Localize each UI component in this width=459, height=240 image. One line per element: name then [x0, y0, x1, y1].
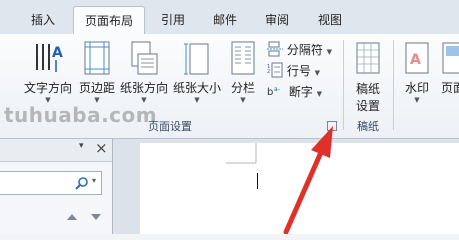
size-label: 纸张大小	[172, 81, 221, 95]
manuscript-label-line2: 设置	[355, 99, 380, 113]
chevron-down-icon: ▼	[326, 48, 333, 56]
tab-view[interactable]: 视图	[312, 8, 348, 32]
navigation-pane-header: ▾ ×	[0, 139, 112, 162]
manuscript-group-label: 稿纸	[357, 120, 379, 133]
page-setup-dialog-launcher[interactable]	[327, 121, 337, 131]
margins-label: 页边距	[78, 81, 115, 95]
text-direction-icon: A	[36, 44, 63, 72]
svg-text:2: 2	[267, 69, 270, 75]
manuscript-icon	[356, 42, 380, 74]
orientation-icon	[131, 41, 158, 75]
navigation-pane: ▾ × ▾	[0, 139, 113, 234]
tab-references[interactable]: 引用	[155, 8, 191, 32]
line-numbers-label: 行号	[286, 64, 311, 78]
text-direction-label: 文字方向	[23, 81, 72, 95]
tab-insert[interactable]: 插入	[25, 8, 61, 32]
chevron-down-icon: ▼	[240, 96, 246, 104]
chevron-down-icon[interactable]: ▾	[92, 176, 96, 185]
margins-button[interactable]: 页边距 ▼	[77, 38, 117, 110]
arrow-down-icon[interactable]	[91, 212, 101, 220]
breaks-icon	[267, 41, 283, 57]
orientation-button[interactable]: 纸张方向 ▼	[119, 38, 169, 110]
breaks-label: 分隔符	[286, 43, 323, 57]
size-button[interactable]: 纸张大小 ▼	[171, 38, 223, 110]
manuscript-settings-button[interactable]: 稿纸 设置	[348, 38, 388, 113]
document-page[interactable]	[140, 143, 459, 234]
close-icon[interactable]: ×	[95, 139, 108, 157]
tab-partial[interactable]	[0, 8, 8, 32]
watermark-button[interactable]: A 水印 ▼	[398, 38, 436, 110]
page-color-label: 页面	[441, 81, 459, 95]
margins-icon	[84, 41, 110, 75]
svg-text:A: A	[52, 45, 63, 61]
hyphenation-label: 断字	[288, 85, 313, 99]
page-color-icon	[442, 42, 459, 74]
size-icon	[184, 43, 209, 75]
chevron-down-icon: ▼	[414, 96, 420, 104]
chevron-down-icon[interactable]: ▾	[79, 141, 84, 151]
group-divider	[343, 40, 344, 130]
text-cursor	[257, 173, 258, 189]
tab-mailings[interactable]: 邮件	[207, 8, 243, 32]
chevron-down-icon: ▼	[316, 90, 323, 98]
page-color-button[interactable]: 页面	[438, 38, 459, 110]
watermark-label: 水印	[404, 81, 429, 95]
search-icon	[75, 177, 88, 190]
watermark-icon: A	[405, 42, 429, 74]
svg-text:a-: a-	[274, 86, 280, 93]
page-margin-corner	[226, 143, 257, 164]
hyphenation-button[interactable]: b a- 断字 ▼	[267, 83, 322, 101]
svg-text:b: b	[267, 87, 273, 98]
breaks-button[interactable]: 分隔符 ▼	[267, 41, 332, 59]
manuscript-label-line1: 稿纸	[355, 82, 380, 96]
ribbon-tab-bar: 插入 页面布局 引用 邮件 审阅 视图	[0, 0, 459, 36]
line-numbers-button[interactable]: 1 2 行号 ▼	[267, 62, 320, 80]
orientation-label: 纸张方向	[119, 81, 168, 95]
site-watermark: tuhuaba.com	[4, 103, 158, 127]
tab-review[interactable]: 审阅	[259, 8, 295, 32]
columns-label: 分栏	[230, 81, 255, 95]
search-input[interactable]: ▾	[0, 171, 102, 195]
columns-icon	[231, 41, 255, 75]
arrow-up-icon[interactable]	[67, 212, 77, 220]
columns-button[interactable]: 分栏 ▼	[227, 38, 259, 110]
svg-text:A: A	[410, 52, 421, 68]
hyphenation-icon: b a-	[267, 86, 280, 98]
group-divider	[393, 40, 394, 130]
chevron-down-icon: ▼	[314, 69, 321, 77]
tab-page-layout[interactable]: 页面布局	[73, 6, 145, 36]
chevron-down-icon: ▼	[194, 96, 200, 104]
line-numbers-icon: 1 2	[267, 62, 283, 78]
text-direction-button[interactable]: A 文字方向 ▼	[22, 38, 74, 110]
